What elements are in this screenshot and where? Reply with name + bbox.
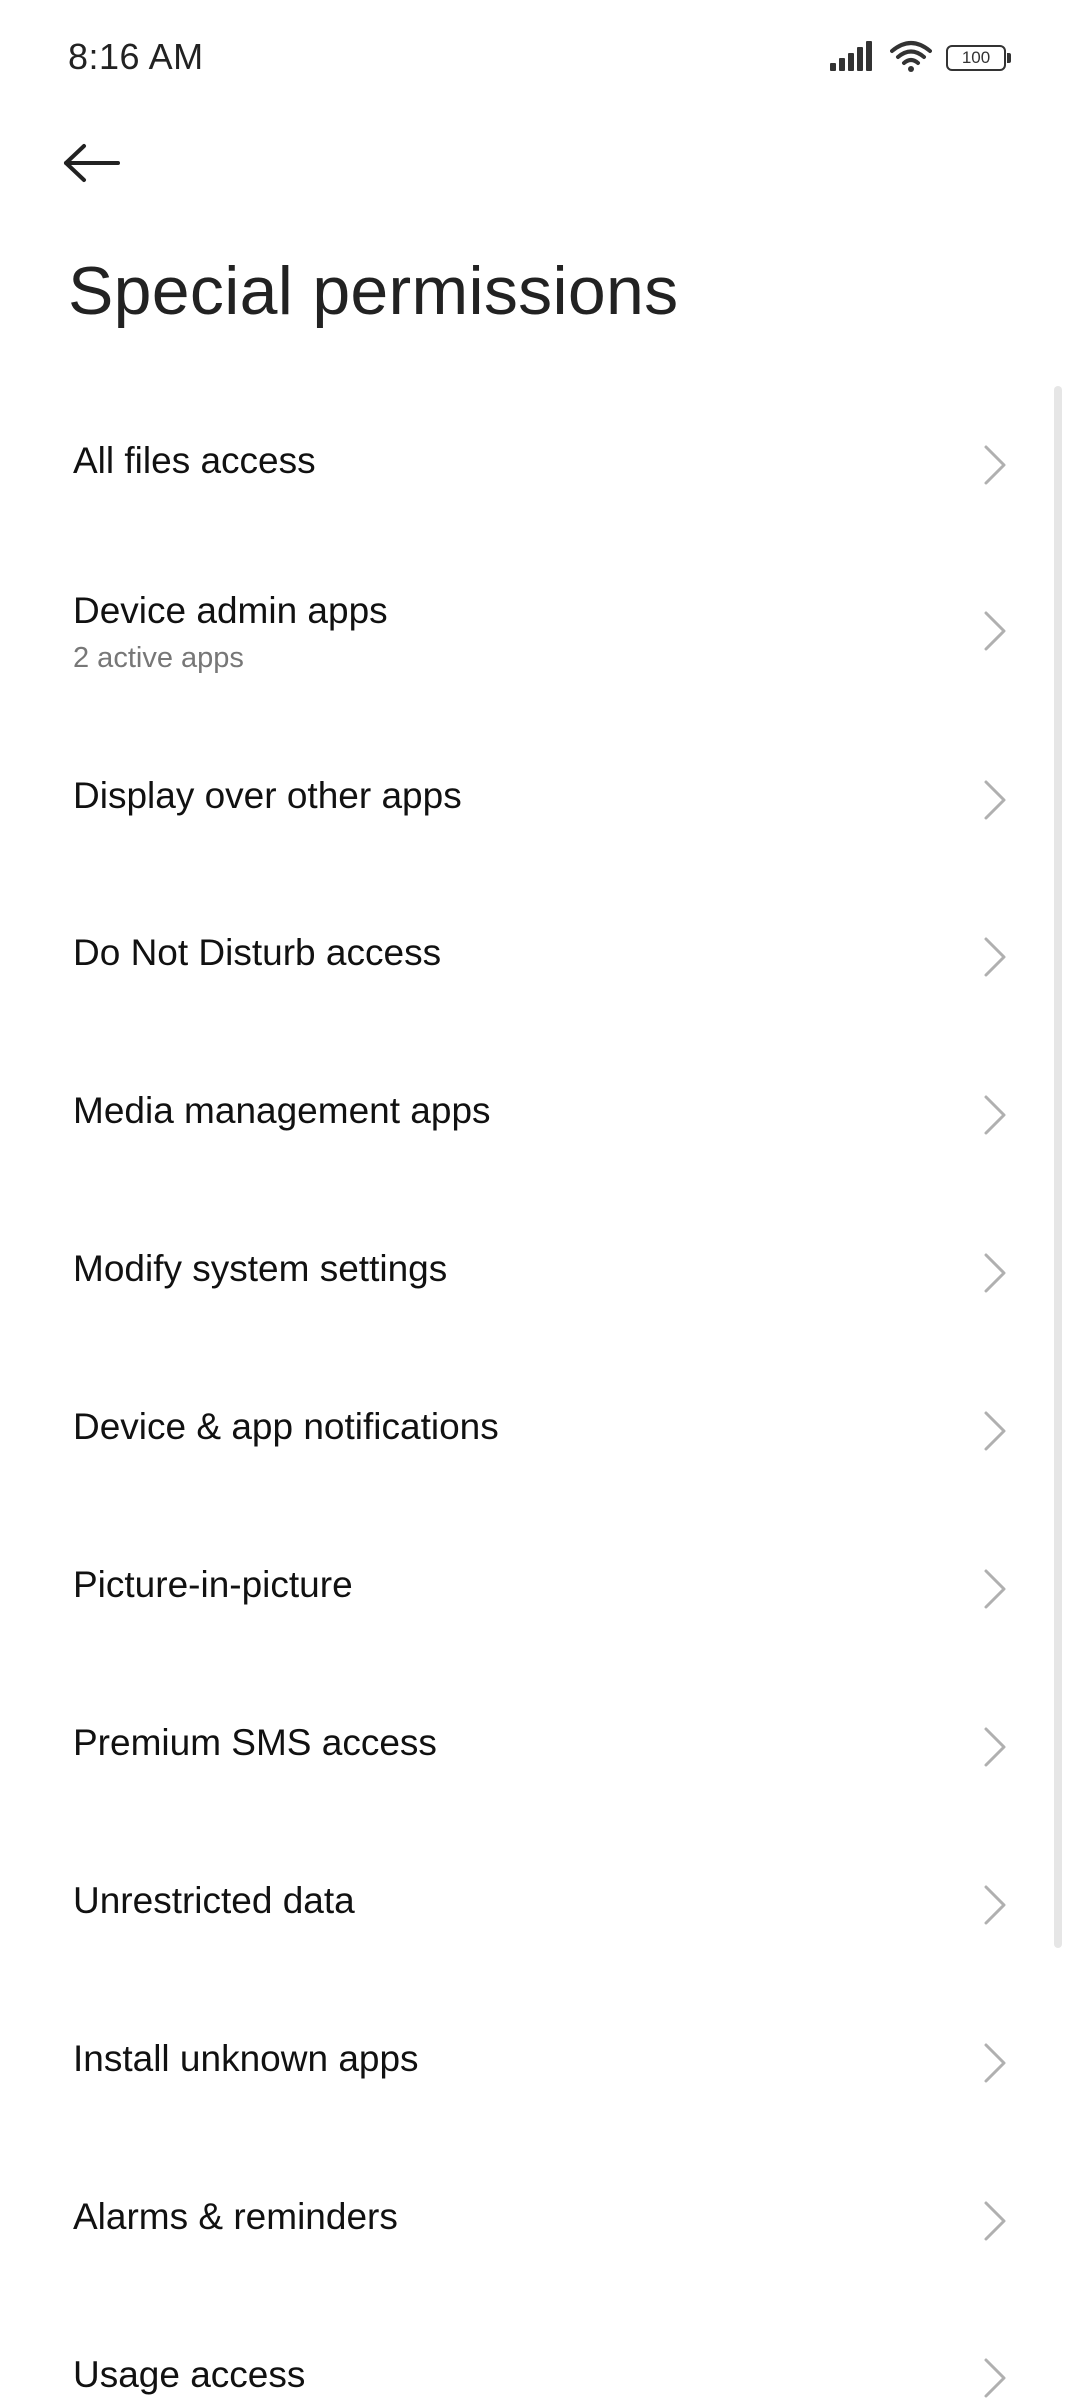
list-item-do-not-disturb-access[interactable]: Do Not Disturb access [0,892,1040,1022]
list-item-install-unknown-apps[interactable]: Install unknown apps [0,1998,1040,2128]
chevron-right-icon [984,780,1006,820]
item-subtitle: 2 active apps [73,642,244,674]
arrow-left-icon [62,143,122,188]
item-label: Unrestricted data [73,1880,355,1921]
item-label: Do Not Disturb access [73,932,442,973]
list-item-usage-access[interactable]: Usage access [0,2314,1040,2400]
scrollbar[interactable] [1054,386,1062,1948]
item-label: Usage access [73,2354,306,2395]
chevron-right-icon [984,445,1006,485]
chevron-right-icon [984,2358,1006,2398]
chevron-right-icon [984,2043,1006,2083]
list-item-unrestricted-data[interactable]: Unrestricted data [0,1840,1040,1970]
item-label: Device & app notifications [73,1406,499,1447]
chevron-right-icon [984,1727,1006,1767]
item-label: Picture-in-picture [73,1564,353,1605]
list-item-premium-sms-access[interactable]: Premium SMS access [0,1682,1040,1812]
chevron-right-icon [984,611,1006,651]
list-item-device-app-notifications[interactable]: Device & app notifications [0,1366,1040,1496]
list-item-media-management-apps[interactable]: Media management apps [0,1050,1040,1180]
chevron-right-icon [984,937,1006,977]
list-item-display-over-other-apps[interactable]: Display over other apps [0,735,1040,865]
status-bar: 8:16 AM 100 [0,0,1080,120]
item-label: Modify system settings [73,1248,448,1289]
list-item-all-files-access[interactable]: All files access [0,400,1040,530]
signal-icon [830,40,876,76]
list-item-alarms-reminders[interactable]: Alarms & reminders [0,2156,1040,2286]
status-time: 8:16 AM [68,36,204,77]
item-label: Alarms & reminders [73,2196,398,2237]
item-label: All files access [73,440,316,481]
item-label: Device admin apps [73,590,388,631]
item-label: Premium SMS access [73,1722,437,1763]
item-label: Install unknown apps [73,2038,419,2079]
chevron-right-icon [984,1411,1006,1451]
back-button[interactable] [62,128,146,202]
battery-icon: 100 [946,45,1011,71]
chevron-right-icon [984,1885,1006,1925]
battery-level: 100 [961,48,991,67]
chevron-right-icon [984,1569,1006,1609]
page-title: Special permissions [68,253,679,329]
chevron-right-icon [984,1253,1006,1293]
wifi-icon [890,40,932,77]
item-label: Display over other apps [73,775,462,816]
list-item-modify-system-settings[interactable]: Modify system settings [0,1208,1040,1338]
list-item-picture-in-picture[interactable]: Picture-in-picture [0,1524,1040,1654]
list-item-device-admin-apps[interactable]: Device admin apps 2 active apps [0,560,1040,700]
item-label: Media management apps [73,1090,491,1131]
chevron-right-icon [984,2201,1006,2241]
status-icons: 100 [830,40,1011,77]
chevron-right-icon [984,1095,1006,1135]
